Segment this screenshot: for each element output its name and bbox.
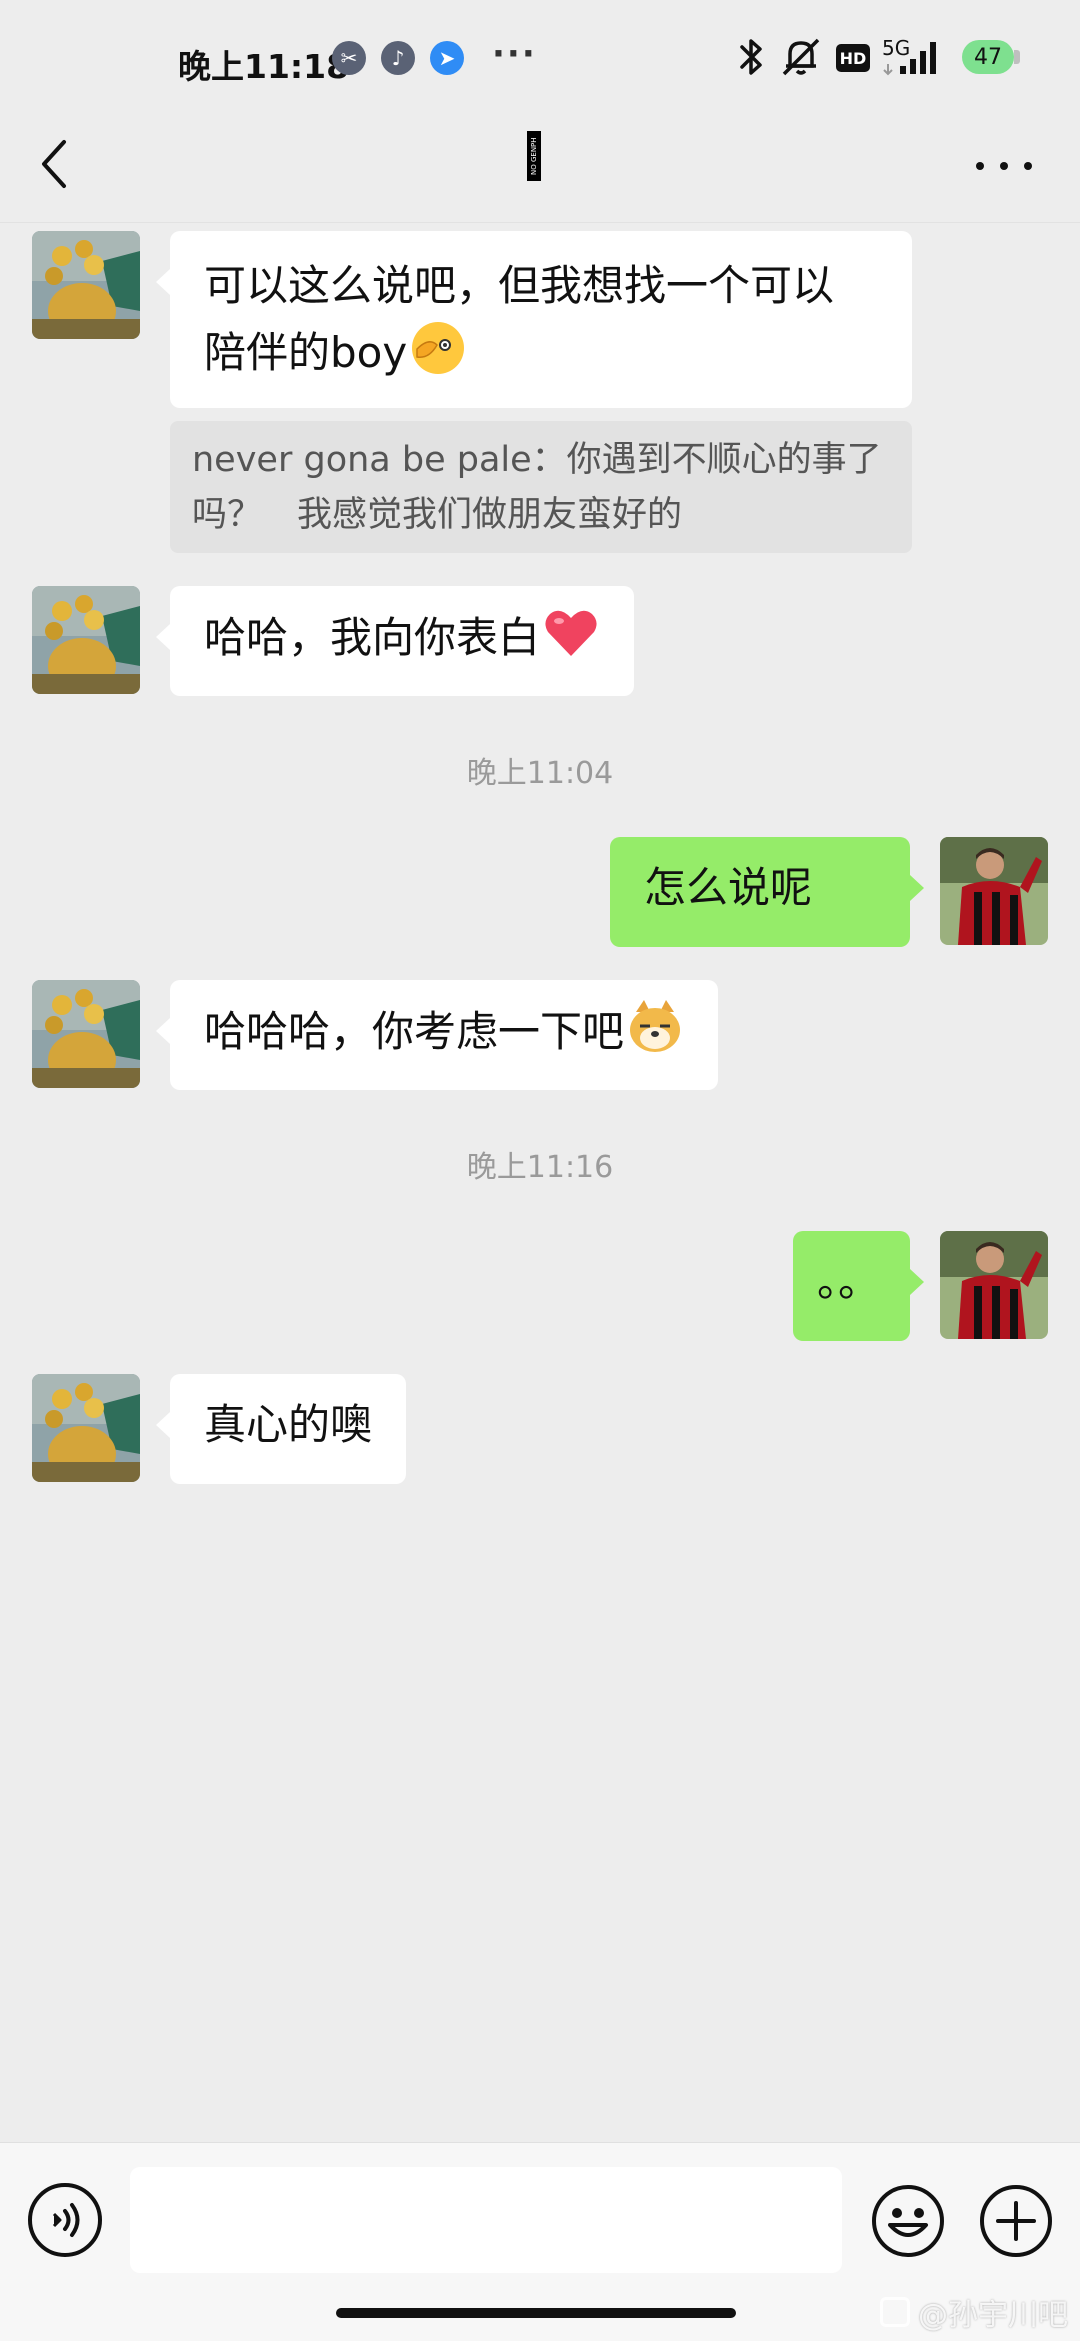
message-bubble-sent[interactable]: 。。 (793, 1231, 924, 1341)
more-functions-plus-icon[interactable] (978, 2183, 1054, 2259)
voice-icon (52, 2203, 80, 2237)
scissors-app-icon: ✂ (332, 41, 366, 75)
message-text: 可以这么说吧，但我想找一个可以 (204, 261, 835, 310)
signal-icon (883, 42, 936, 76)
message-bubble-received[interactable]: 可以这么说吧，但我想找一个可以 陪伴的boy (156, 231, 912, 408)
back-arrow-icon[interactable] (34, 132, 74, 196)
contact-avatar[interactable] (32, 586, 140, 694)
home-indicator[interactable] (336, 2308, 736, 2318)
message-text: 。。 (817, 1257, 881, 1306)
voice-input-button[interactable] (28, 2183, 102, 2257)
tiktok-icon: ♪ (381, 41, 415, 75)
status-bar: 晚上11:18 ✂ ♪ ➤ ··· HD 5G 47 (0, 0, 1080, 110)
message-timestamp: 晚上11:04 (466, 756, 614, 791)
message-text: 怎么说呢 (644, 863, 813, 912)
peek-face-emoji-icon (412, 322, 465, 374)
contact-avatar[interactable] (32, 1374, 140, 1482)
watermark: @孙宇川吧 (880, 2290, 1068, 2334)
message-bubble-sent[interactable]: 怎么说呢 (610, 837, 924, 947)
emoji-button-icon[interactable] (870, 2183, 946, 2259)
mute-bell-icon (782, 38, 820, 76)
message-input[interactable] (130, 2167, 842, 2273)
more-notifications-icon: ··· (492, 34, 537, 74)
feishu-icon: ➤ (430, 41, 464, 75)
battery-tip (1014, 50, 1020, 64)
message-text: 哈哈，我向你表白 (204, 613, 541, 662)
message-bubble-received[interactable]: 真心的噢 (155, 1374, 407, 1484)
more-options-icon[interactable] (976, 154, 1032, 178)
message-text: 陪伴的boy (204, 328, 408, 377)
status-time: 晚上11:18 (178, 47, 350, 86)
message-bubble-received[interactable]: 哈哈哈，你考虑一下吧 (155, 980, 719, 1090)
my-avatar[interactable] (940, 837, 1048, 945)
battery-indicator: 47 (962, 40, 1014, 74)
hd-badge: HD (836, 44, 870, 72)
watermark-logo-icon (880, 2297, 910, 2327)
watermark-text: @孙宇川吧 (918, 2298, 1068, 2333)
message-bubble-received[interactable]: 哈哈，我向你表白 (155, 586, 635, 696)
message-text: 真心的噢 (204, 1400, 373, 1449)
doge-emoji-icon (630, 1000, 681, 1052)
my-avatar[interactable] (940, 1231, 1048, 1339)
chat-title-bar: NO GENPH (0, 110, 1080, 223)
quoted-message[interactable]: never gona be pale：你遇到不顺心的事了吗？ 我感觉我们做朋友蛮… (170, 421, 912, 553)
bluetooth-icon (740, 39, 762, 75)
contact-avatar[interactable] (32, 231, 140, 339)
heart-emoji-icon (545, 610, 597, 656)
message-timestamp: 晚上11:16 (466, 1150, 614, 1185)
chat-title-logo: NO GENPH (527, 131, 541, 181)
message-text: 哈哈哈，你考虑一下吧 (204, 1007, 625, 1056)
contact-avatar[interactable] (32, 980, 140, 1088)
